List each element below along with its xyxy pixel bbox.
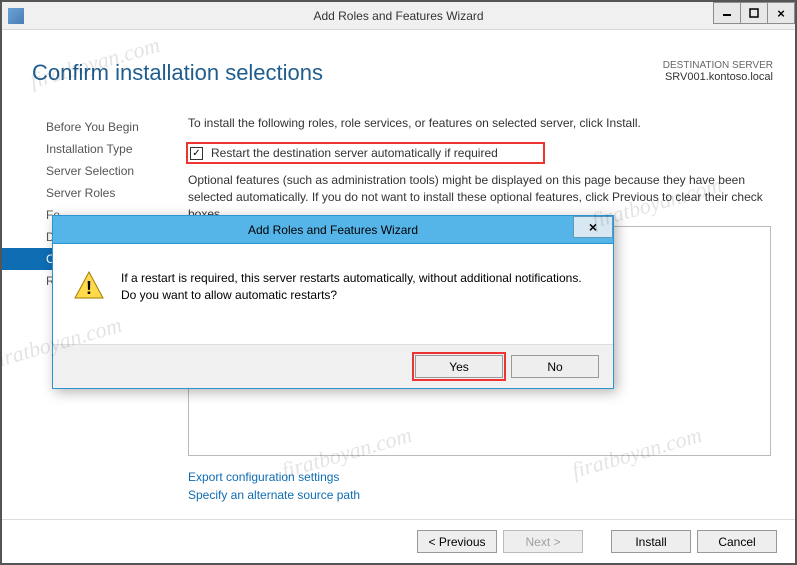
- dialog-button-row: Yes No: [53, 344, 613, 388]
- destination-label: DESTINATION SERVER: [663, 60, 773, 71]
- window-title: Add Roles and Features Wizard: [2, 9, 795, 23]
- link-area: Export configuration settings Specify an…: [188, 468, 771, 504]
- svg-text:!: !: [86, 278, 92, 298]
- dialog-message: If a restart is required, this server re…: [121, 270, 593, 304]
- page-title: Confirm installation selections: [32, 60, 323, 86]
- restart-label: Restart the destination server automatic…: [211, 146, 498, 160]
- destination-server-name: SRV001.kontoso.local: [663, 71, 773, 83]
- restart-checkbox[interactable]: ✓: [190, 147, 203, 160]
- step-server-selection[interactable]: Server Selection: [2, 160, 182, 182]
- previous-button[interactable]: < Previous: [417, 530, 497, 553]
- restart-checkbox-row[interactable]: ✓ Restart the destination server automat…: [188, 144, 543, 162]
- close-button[interactable]: ×: [767, 2, 795, 24]
- warning-icon: !: [73, 270, 105, 298]
- maximize-button[interactable]: [740, 2, 768, 24]
- step-before-you-begin[interactable]: Before You Begin: [2, 116, 182, 138]
- alternate-source-link[interactable]: Specify an alternate source path: [188, 486, 771, 504]
- dialog-titlebar: Add Roles and Features Wizard ×: [53, 216, 613, 244]
- instruction-text: To install the following roles, role ser…: [188, 116, 771, 130]
- step-server-roles[interactable]: Server Roles: [2, 182, 182, 204]
- step-installation-type[interactable]: Installation Type: [2, 138, 182, 160]
- minimize-button[interactable]: [713, 2, 741, 24]
- next-button: Next >: [503, 530, 583, 553]
- yes-button[interactable]: Yes: [415, 355, 503, 378]
- dialog-close-button[interactable]: ×: [573, 216, 613, 238]
- cancel-button[interactable]: Cancel: [697, 530, 777, 553]
- dialog-title: Add Roles and Features Wizard: [53, 223, 613, 237]
- app-icon: [8, 8, 24, 24]
- destination-server: DESTINATION SERVER SRV001.kontoso.local: [663, 60, 773, 83]
- titlebar: Add Roles and Features Wizard ×: [2, 2, 795, 30]
- window-controls: ×: [714, 2, 795, 24]
- footer-buttons: < Previous Next > Install Cancel: [2, 519, 795, 563]
- export-config-link[interactable]: Export configuration settings: [188, 468, 771, 486]
- no-button[interactable]: No: [511, 355, 599, 378]
- restart-confirmation-dialog: Add Roles and Features Wizard × ! If a r…: [52, 215, 614, 389]
- install-button[interactable]: Install: [611, 530, 691, 553]
